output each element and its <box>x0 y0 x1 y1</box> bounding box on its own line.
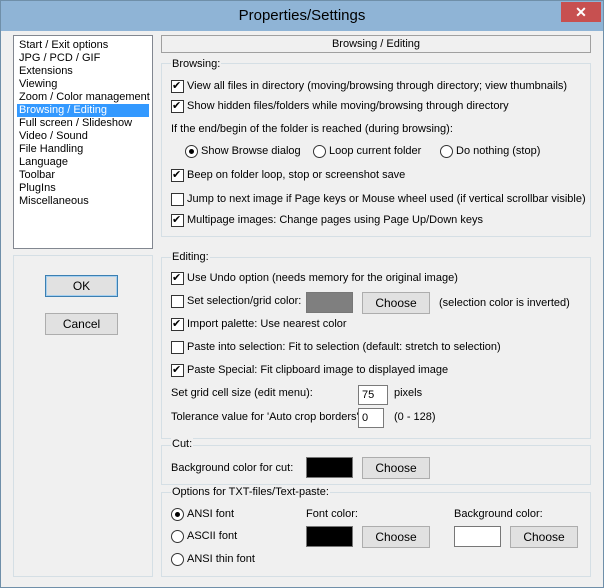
beep-checkbox[interactable] <box>171 168 184 182</box>
paste-special-checkbox[interactable] <box>171 363 184 377</box>
bg-color-label: Background color: <box>454 508 543 520</box>
cut-legend: Cut: <box>171 438 194 450</box>
ok-button[interactable]: OK <box>45 275 118 297</box>
txt-legend: Options for TXT-files/Text-paste: <box>171 486 330 498</box>
cut-choose-button[interactable]: Choose <box>362 457 430 479</box>
show-hidden-checkbox[interactable] <box>171 99 184 113</box>
paste-into-label: Paste into selection: Fit to selection (… <box>187 341 501 353</box>
tolerance-input[interactable]: 0 <box>358 408 384 428</box>
selection-color-checkbox[interactable] <box>171 295 184 308</box>
multipage-checkbox[interactable] <box>171 213 184 227</box>
paste-special-label: Paste Special: Fit clipboard image to di… <box>187 364 449 376</box>
ansi-font-radio[interactable] <box>171 508 184 521</box>
ansi-font-label: ANSI font <box>187 508 235 520</box>
grid-cell-input[interactable]: 75 <box>358 385 388 405</box>
window-title: Properties/Settings <box>238 7 366 24</box>
category-item-jpg-pcd-gif[interactable]: JPG / PCD / GIF <box>17 52 102 65</box>
category-item-extensions[interactable]: Extensions <box>17 65 75 78</box>
category-item-plugins[interactable]: PlugIns <box>17 182 58 195</box>
undo-checkbox[interactable] <box>171 271 184 285</box>
beep-label: Beep on folder loop, stop or screenshot … <box>187 169 406 181</box>
category-item-start-exit[interactable]: Start / Exit options <box>17 39 110 52</box>
selection-color-swatch <box>306 292 353 313</box>
ansi-thin-font-label: ANSI thin font <box>187 553 255 565</box>
category-item-viewing[interactable]: Viewing <box>17 78 59 91</box>
close-button[interactable]: ✕ <box>561 2 601 22</box>
category-item-miscellaneous[interactable]: Miscellaneous <box>17 195 91 208</box>
view-all-checkbox[interactable] <box>171 79 184 93</box>
selection-color-note: (selection color is inverted) <box>439 297 570 309</box>
button-panel <box>13 255 153 577</box>
grid-cell-unit: pixels <box>394 387 423 399</box>
ascii-font-label: ASCII font <box>187 530 238 542</box>
show-browse-radio[interactable] <box>185 145 198 158</box>
bg-color-swatch <box>454 526 501 547</box>
multipage-label: Multipage images: Change pages using Pag… <box>187 214 483 226</box>
category-list[interactable]: Start / Exit options JPG / PCD / GIF Ext… <box>13 35 153 249</box>
show-browse-label: Show Browse dialog <box>201 145 301 157</box>
undo-label: Use Undo option (needs memory for the or… <box>187 272 458 284</box>
jump-checkbox[interactable] <box>171 193 184 206</box>
jump-label: Jump to next image if Page keys or Mouse… <box>187 193 586 205</box>
bg-color-choose-button[interactable]: Choose <box>510 526 578 548</box>
title-bar: Properties/Settings ✕ <box>1 1 603 31</box>
category-item-video-sound[interactable]: Video / Sound <box>17 130 90 143</box>
ascii-font-radio[interactable] <box>171 530 184 543</box>
category-item-toolbar[interactable]: Toolbar <box>17 169 57 182</box>
category-item-browsing-editing[interactable]: Browsing / Editing <box>17 104 149 117</box>
cancel-button[interactable]: Cancel <box>45 313 118 335</box>
editing-legend: Editing: <box>171 251 210 263</box>
end-begin-label: If the end/begin of the folder is reache… <box>171 123 453 135</box>
category-item-zoom-color[interactable]: Zoom / Color management <box>17 91 152 104</box>
browsing-legend: Browsing: <box>171 58 222 70</box>
font-color-swatch <box>306 526 353 547</box>
loop-folder-radio[interactable] <box>313 145 326 158</box>
cut-bg-swatch <box>306 457 353 478</box>
import-palette-checkbox[interactable] <box>171 317 184 331</box>
tolerance-range: (0 - 128) <box>394 411 436 423</box>
ansi-thin-font-radio[interactable] <box>171 553 184 566</box>
category-item-fullscreen-slideshow[interactable]: Full screen / Slideshow <box>17 117 134 130</box>
page-header: Browsing / Editing <box>161 35 591 53</box>
selection-color-label: Set selection/grid color: <box>187 295 302 307</box>
properties-window: Properties/Settings ✕ Start / Exit optio… <box>0 0 604 588</box>
loop-folder-label: Loop current folder <box>329 145 422 157</box>
cut-bg-label: Background color for cut: <box>171 462 294 474</box>
category-item-language[interactable]: Language <box>17 156 70 169</box>
font-color-choose-button[interactable]: Choose <box>362 526 430 548</box>
show-hidden-label: Show hidden files/folders while moving/b… <box>187 100 509 112</box>
paste-into-checkbox[interactable] <box>171 341 184 354</box>
grid-cell-label: Set grid cell size (edit menu): <box>171 387 313 399</box>
tolerance-label: Tolerance value for 'Auto crop borders': <box>171 411 362 423</box>
category-item-file-handling[interactable]: File Handling <box>17 143 85 156</box>
font-color-label: Font color: <box>306 508 358 520</box>
import-palette-label: Import palette: Use nearest color <box>187 318 347 330</box>
do-nothing-label: Do nothing (stop) <box>456 145 541 157</box>
selection-color-choose-button[interactable]: Choose <box>362 292 430 314</box>
do-nothing-radio[interactable] <box>440 145 453 158</box>
view-all-label: View all files in directory (moving/brow… <box>187 80 568 92</box>
